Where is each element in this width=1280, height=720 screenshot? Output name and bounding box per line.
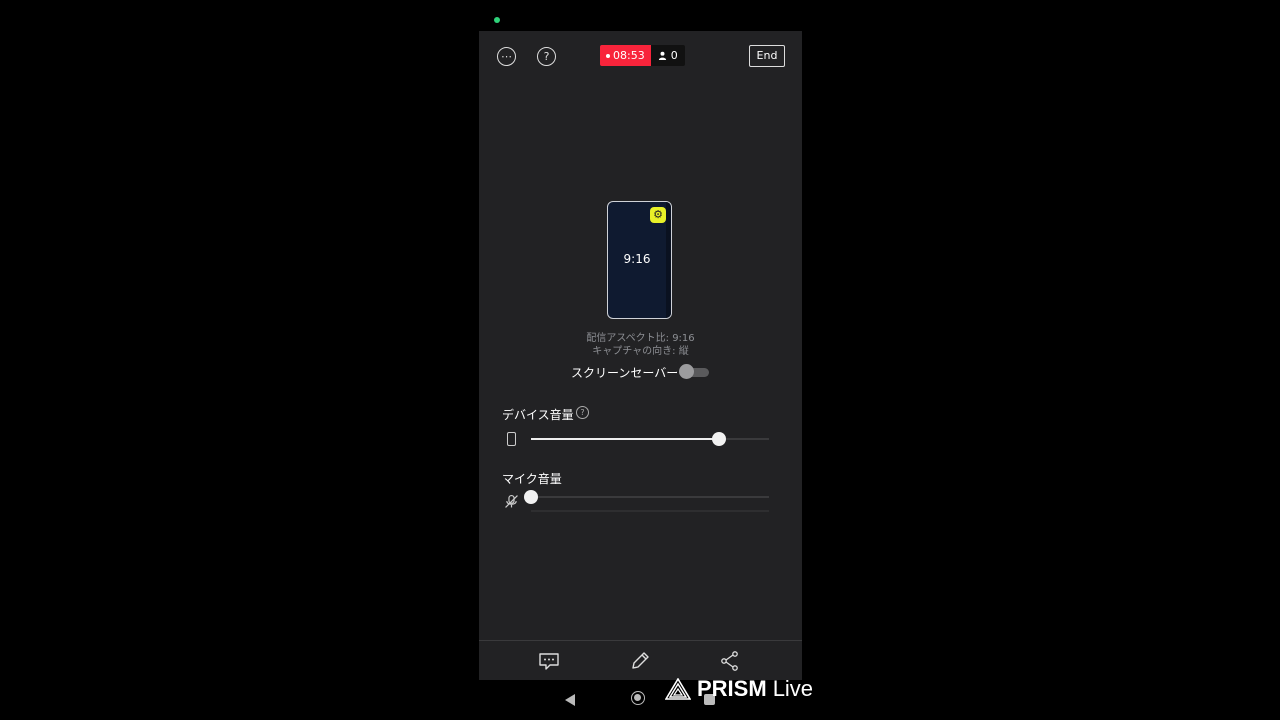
viewer-count: 0 <box>670 49 678 62</box>
chat-icon[interactable] <box>537 649 561 673</box>
top-bar: ⋯ ? 08:53 0 End <box>479 31 802 81</box>
share-icon[interactable] <box>718 649 742 673</box>
viewer-count-badge: 0 <box>650 45 685 66</box>
pen-icon[interactable] <box>628 649 652 673</box>
live-timer: 08:53 <box>613 49 645 62</box>
person-icon <box>658 51 666 60</box>
prism-live-watermark: PRISM Live <box>665 676 813 702</box>
live-timer-badge: 08:53 <box>600 45 651 66</box>
live-status: 08:53 0 <box>600 45 685 66</box>
home-nav-icon[interactable] <box>631 691 645 705</box>
device-volume-help-icon[interactable]: ? <box>576 406 589 419</box>
slider-fill <box>531 438 720 440</box>
screen-saver-toggle[interactable] <box>679 364 709 379</box>
slider-thumb[interactable] <box>524 490 538 504</box>
aspect-ratio-preview[interactable]: ⚙ 9:16 <box>607 201 672 319</box>
slider-track-secondary <box>531 510 769 512</box>
watermark-product: Live <box>772 676 814 701</box>
smartphone-icon <box>507 432 516 446</box>
end-broadcast-button[interactable]: End <box>749 45 785 67</box>
prism-logo-icon <box>665 678 691 700</box>
app-screen: ⋯ ? 08:53 0 End ⚙ 9:16 配信アスペクト比: 9:16 キャ… <box>479 31 802 680</box>
capture-orientation-caption: キャプチャの向き: 縦 <box>592 346 689 357</box>
status-indicator-dot <box>494 17 500 23</box>
bottom-toolbar <box>479 641 802 680</box>
toggle-knob <box>679 364 694 379</box>
help-button[interactable]: ? <box>537 47 556 66</box>
watermark-brand: PRISM <box>697 676 767 701</box>
mic-muted-icon[interactable] <box>503 493 520 510</box>
preview-aspect-ratio: 9:16 <box>623 252 651 266</box>
ellipsis-icon: ⋯ <box>501 50 512 63</box>
slider-thumb[interactable] <box>712 432 727 446</box>
gear-icon[interactable]: ⚙ <box>650 207 666 223</box>
device-volume-label: デバイス音量 <box>502 408 574 422</box>
screen-saver-label: スクリーンセーバー <box>571 366 679 380</box>
mic-volume-label: マイク音量 <box>502 472 562 486</box>
mic-volume-slider[interactable] <box>524 489 769 512</box>
device-volume-slider[interactable] <box>531 431 769 447</box>
back-nav-icon[interactable] <box>564 693 576 707</box>
preview-edge <box>666 202 671 318</box>
question-icon: ? <box>543 50 550 63</box>
slider-track <box>531 496 769 498</box>
recording-dot-icon <box>606 53 610 58</box>
more-options-button[interactable]: ⋯ <box>497 47 516 66</box>
home-nav-inner <box>634 694 641 701</box>
